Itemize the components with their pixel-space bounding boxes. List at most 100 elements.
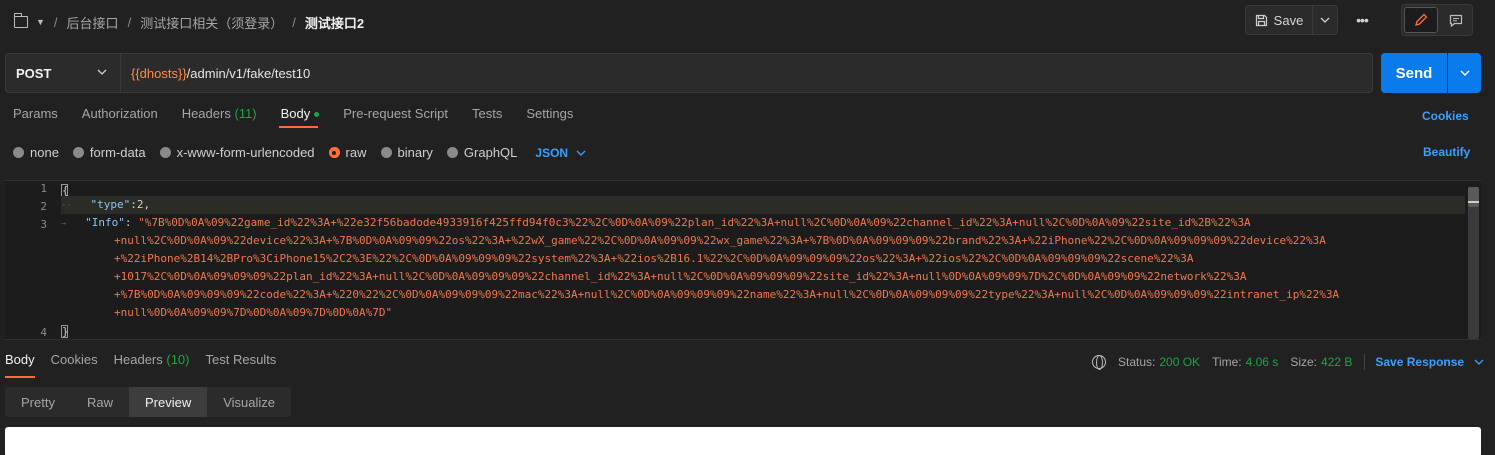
tab-body-label: Body: [280, 106, 311, 121]
tab-authorization[interactable]: Authorization: [82, 106, 158, 128]
response-headers-count: (10): [166, 352, 190, 367]
view-tab-visualize[interactable]: Visualize: [207, 387, 291, 417]
response-tab-headers[interactable]: Headers (10): [114, 352, 190, 378]
method-label: POST: [16, 65, 52, 81]
tab-headers[interactable]: Headers (11): [182, 106, 257, 128]
globe-icon[interactable]: [1092, 355, 1106, 370]
tab-prerequest-script[interactable]: Pre-request Script: [343, 106, 448, 128]
time-value: 4.06 s: [1245, 355, 1279, 369]
response-meta: Status: 200 OK Time: 4.06 s Size: 422 B …: [1092, 354, 1484, 370]
indent-marker: →: [61, 219, 72, 229]
chevron-down-icon: [1320, 17, 1330, 23]
code-line-wrap: +%7B%0D%0A%09%09%09%22code%22%3A+%220%22…: [61, 286, 1465, 304]
line-number: 3: [40, 218, 47, 231]
edit-mode-button[interactable]: [1404, 7, 1438, 33]
view-tab-preview[interactable]: Preview: [128, 387, 208, 417]
body-type-none-label: none: [30, 145, 59, 160]
headers-count: (11): [234, 106, 257, 121]
close-brace: }: [61, 324, 69, 338]
request-name[interactable]: 测试接口2: [305, 13, 364, 32]
size-value: 422 B: [1321, 355, 1353, 369]
code-area[interactable]: { ·· "type":2, → "Info": "%7B%0D%0A%09%2…: [61, 181, 1465, 339]
save-label: Save: [1273, 12, 1304, 28]
beautify-button[interactable]: Beautify: [1423, 145, 1470, 159]
body-type-urlencoded[interactable]: x-www-form-urlencoded: [159, 145, 315, 160]
response-tabs: Body Cookies Headers (10) Test Results: [5, 352, 292, 378]
body-type-form-data[interactable]: form-data: [72, 145, 146, 160]
body-type-urlencoded-label: x-www-form-urlencoded: [176, 145, 315, 160]
chevron-down-icon[interactable]: ▼: [36, 17, 45, 27]
code-line: ·· "type":2,: [61, 196, 1465, 214]
response-view-tabs: Pretty Raw Preview Visualize: [5, 387, 292, 417]
pencil-icon: [1415, 13, 1428, 26]
body-type-none[interactable]: none: [13, 145, 59, 160]
active-tab-underline: [279, 126, 318, 128]
view-tab-raw[interactable]: Raw: [71, 387, 129, 417]
send-button[interactable]: Send: [1381, 53, 1447, 93]
tab-params[interactable]: Params: [13, 106, 58, 128]
body-type-raw[interactable]: raw: [328, 145, 367, 160]
breadcrumb-separator: /: [292, 14, 296, 30]
view-tab-pretty[interactable]: Pretty: [5, 387, 71, 417]
chevron-down-icon: [1460, 70, 1469, 76]
tab-settings[interactable]: Settings: [526, 106, 573, 128]
code-line-wrap: +1017%2C%0D%0A%09%09%09%22plan_id%22%3A+…: [61, 268, 1465, 286]
radio-graphql[interactable]: [446, 147, 458, 158]
status-value: 200 OK: [1159, 355, 1201, 369]
comments-button[interactable]: [1440, 5, 1472, 35]
tab-body[interactable]: Body: [281, 106, 320, 128]
save-response-label: Save Response: [1375, 355, 1465, 369]
body-type-graphql[interactable]: GraphQL: [446, 145, 518, 160]
body-type-binary[interactable]: binary: [380, 145, 433, 160]
scrollbar-marker: [1468, 201, 1479, 203]
json-string: +1017%2C%0D%0A%09%09%09%22plan_id%22%3A+…: [113, 270, 1247, 283]
save-response-button[interactable]: Save Response: [1375, 355, 1484, 369]
chevron-down-icon: [576, 150, 586, 156]
collection-icon[interactable]: [13, 13, 28, 28]
radio-raw[interactable]: [328, 147, 340, 158]
more-options-button[interactable]: •••: [1350, 5, 1374, 35]
response-preview-pane[interactable]: [5, 427, 1481, 455]
json-string: +%22iPhone%2B14%2BPro%3CiPhone15%2C2%3E%…: [113, 252, 1194, 265]
request-tabs: Params Authorization Headers (11) Body P…: [13, 106, 597, 128]
editor-scrollbar-thumb[interactable]: [1468, 187, 1479, 207]
breadcrumb-item-collection[interactable]: 后台接口: [67, 13, 119, 32]
body-type-graphql-label: GraphQL: [463, 145, 518, 160]
size-label: Size:: [1290, 355, 1318, 369]
radio-binary[interactable]: [380, 147, 392, 158]
json-string: "%7B%0D%0A%09%22game_id%22%3A+%22e32f56b…: [138, 216, 1251, 229]
chevron-down-icon: [97, 69, 107, 75]
url-path: /admin/v1/fake/test10: [186, 65, 311, 81]
body-type-form-data-label: form-data: [89, 145, 146, 160]
save-icon: [1255, 14, 1267, 26]
send-options-button[interactable]: [1448, 53, 1481, 93]
response-tab-body[interactable]: Body: [5, 352, 35, 378]
body-format-label: JSON: [535, 145, 569, 160]
line-number-gutter: 1 2 3 4: [5, 181, 57, 339]
method-select[interactable]: POST: [5, 53, 121, 93]
radio-form-data[interactable]: [72, 147, 84, 158]
body-format-select[interactable]: JSON: [535, 146, 586, 160]
cookies-link[interactable]: Cookies: [1422, 109, 1469, 123]
divider: [1364, 354, 1366, 370]
response-tab-test-results[interactable]: Test Results: [206, 352, 277, 378]
save-options-button[interactable]: [1313, 5, 1338, 35]
indent-marker: ··: [61, 201, 78, 211]
url-input[interactable]: {{dhosts}}/admin/v1/fake/test10: [121, 53, 1373, 93]
radio-urlencoded[interactable]: [159, 147, 171, 158]
json-key: "Info": [85, 216, 125, 229]
save-button[interactable]: Save: [1245, 5, 1313, 35]
tab-tests[interactable]: Tests: [472, 106, 502, 128]
body-type-selector: none form-data x-www-form-urlencoded raw…: [13, 145, 586, 160]
response-tab-cookies[interactable]: Cookies: [51, 352, 98, 378]
radio-none[interactable]: [13, 147, 24, 158]
breadcrumb-item-folder[interactable]: 测试接口相关（须登录）: [140, 13, 283, 32]
code-line-wrap: +null%2C%0D%0A%09%22device%22%3A+%7B%0D%…: [61, 232, 1465, 250]
editor-scrollbar[interactable]: [1468, 187, 1479, 339]
chevron-down-icon: [1474, 359, 1484, 365]
tab-headers-label: Headers: [181, 106, 231, 121]
response-tab-headers-label: Headers: [113, 352, 163, 367]
body-type-raw-label: raw: [345, 145, 367, 160]
body-editor[interactable]: 1 2 3 4 { ·· "type":2, → "Info": "%7B%0D…: [5, 180, 1481, 340]
breadcrumb-separator: /: [127, 14, 132, 30]
